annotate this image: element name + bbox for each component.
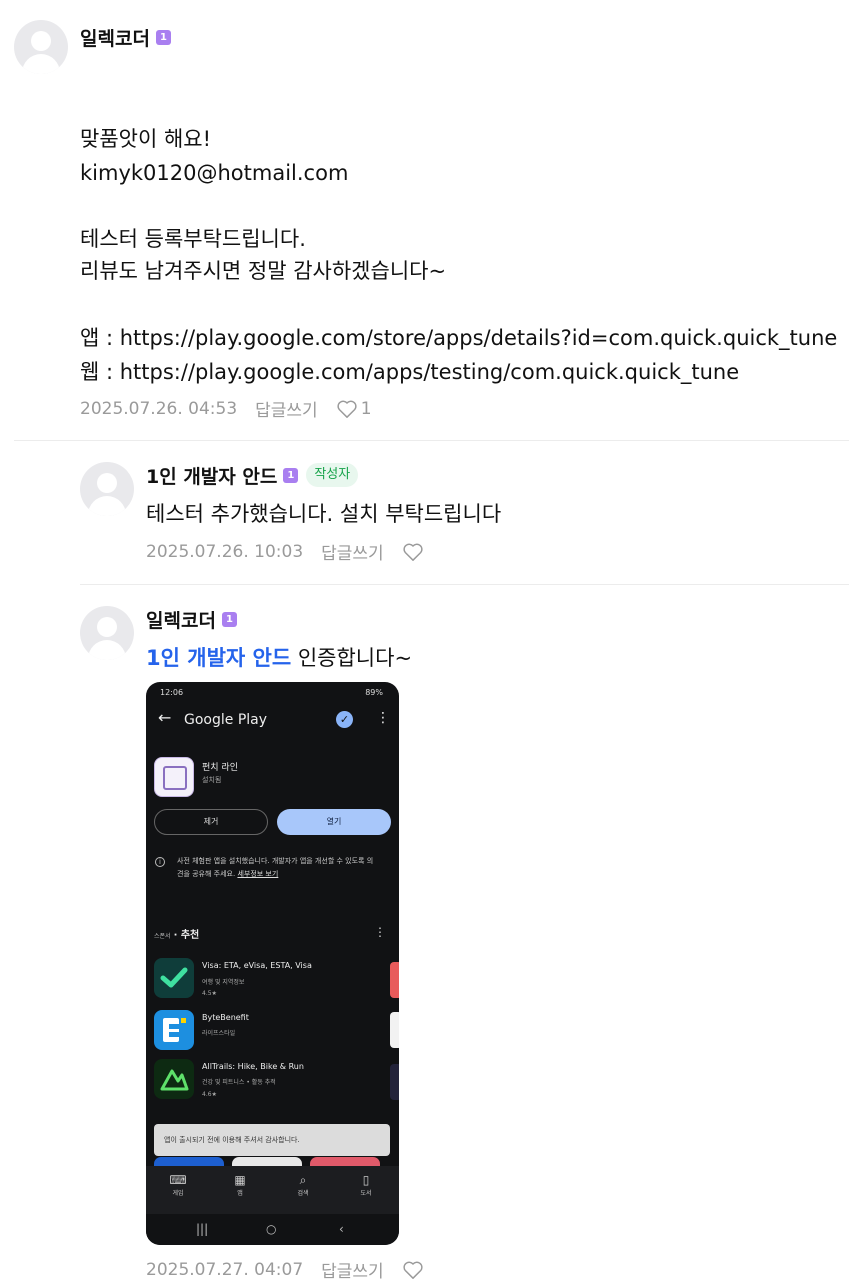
comment-text-line: 테스터 등록부탁드립니다.	[80, 227, 306, 251]
heart-icon[interactable]	[402, 1260, 424, 1280]
app-icon	[154, 757, 194, 797]
reply-button[interactable]: 답글쓰기	[321, 539, 384, 564]
bottom-nav: ⌨ 게임 ▦ 앱 ⌕ 검색 ▯ 도서	[146, 1166, 399, 1214]
comment-meta: 2025.07.26. 10:03 답글쓰기	[146, 539, 424, 564]
author-badge: 작성자	[306, 463, 359, 487]
nav-search: ⌕ 검색	[283, 1172, 323, 1200]
comment-text-line: 리뷰도 남겨주시면 정말 감사하겠습니다~	[80, 259, 447, 283]
app-category: 라이프스타일	[202, 1030, 236, 1037]
comment-nickname[interactable]: 일렉코더 1	[146, 606, 237, 633]
more-menu-icon: ⋮	[376, 710, 390, 726]
heart-icon[interactable]	[336, 399, 358, 419]
divider	[14, 440, 849, 441]
app-rating: 4.5★	[202, 990, 217, 997]
like-count: 1	[360, 398, 372, 419]
toast-message: 앱이 출시되기 전에 이용해 주셔서 감사합니다.	[154, 1124, 390, 1156]
app-category: 여행 및 지역정보	[202, 979, 245, 986]
system-nav: ||| ○ ‹	[146, 1214, 399, 1245]
comment-text-line: 맞품앗이 해요!	[80, 127, 212, 151]
comment-nickname[interactable]: 1인 개발자 안드 1 작성자	[146, 462, 359, 489]
comment-nickname[interactable]: 일렉코더 1	[80, 24, 171, 51]
comment-meta: 2025.07.27. 04:07 답글쓰기	[146, 1257, 424, 1282]
home-icon: ○	[266, 1222, 277, 1236]
comment-body: 인증합니다~	[297, 646, 413, 670]
divider	[80, 584, 849, 585]
level-badge: 1	[283, 467, 299, 483]
nickname-text[interactable]: 일렉코더	[146, 606, 216, 633]
apps-grid-icon: ▦	[234, 1173, 246, 1187]
comment-text-line: 앱 : https://play.google.com/store/apps/d…	[80, 326, 838, 350]
app-title: Visa: ETA, eVisa, ESTA, Visa	[202, 961, 312, 970]
comment-text: 테스터 추가했습니다. 설치 부탁드립니다	[146, 502, 502, 526]
attached-screenshot[interactable]: 12:06 89% ← Google Play ✓ ⋮ 펀치 라인 설치됨 제거…	[146, 682, 399, 1245]
reply-button[interactable]: 답글쓰기	[321, 1257, 384, 1282]
bytebenefit-app-icon	[154, 1010, 194, 1050]
next-card-edge	[390, 1012, 399, 1048]
comment-text-line: 웹 : https://play.google.com/apps/testing…	[80, 360, 740, 384]
alltrails-app-icon	[154, 1059, 194, 1099]
visa-app-icon	[154, 958, 194, 998]
app-title: ByteBenefit	[202, 1013, 249, 1022]
next-card-edge	[390, 962, 399, 998]
remove-button: 제거	[154, 809, 268, 835]
app-install-status: 설치됨	[202, 776, 222, 784]
app-rating: 4.6★	[202, 1091, 217, 1098]
notice-link: 세부정보 보기	[237, 870, 279, 878]
nickname-text[interactable]: 일렉코더	[80, 24, 150, 51]
status-battery: 89%	[365, 688, 383, 697]
verified-check-icon: ✓	[336, 711, 353, 728]
search-icon: ⌕	[299, 1173, 307, 1187]
heart-icon[interactable]	[402, 542, 424, 562]
next-card-edge	[390, 1064, 399, 1100]
nickname-text[interactable]: 1인 개발자 안드	[146, 462, 277, 489]
nav-books: ▯ 도서	[346, 1172, 386, 1200]
section-heading: 스폰서 · 추천	[154, 930, 200, 941]
recents-icon: |||	[196, 1222, 209, 1236]
book-icon: ▯	[362, 1173, 370, 1187]
back-arrow-icon: ←	[158, 708, 172, 727]
gamepad-icon: ⌨	[169, 1173, 187, 1187]
reply-button[interactable]: 답글쓰기	[255, 396, 318, 421]
app-category: 건강 및 피트니스 • 활동 추적	[202, 1079, 276, 1086]
nav-games: ⌨ 게임	[158, 1172, 198, 1200]
comment-meta: 2025.07.26. 04:53 답글쓰기 1	[80, 396, 372, 422]
comment-text-line: kimyk0120@hotmail.com	[80, 161, 349, 185]
app-title: AllTrails: Hike, Bike & Run	[202, 1062, 304, 1071]
avatar[interactable]	[80, 462, 134, 516]
level-badge: 1	[155, 30, 171, 45]
open-button: 열기	[277, 809, 391, 835]
mention-link[interactable]: 1인 개발자 안드	[146, 646, 291, 670]
comment-text: 1인 개발자 안드 인증합니다~	[146, 641, 412, 675]
back-icon: ‹	[339, 1222, 344, 1236]
avatar[interactable]	[80, 606, 134, 660]
beta-notice: 사전 체험판 앱을 설치했습니다. 개발자가 앱을 개선할 수 있도록 의견을 …	[177, 857, 374, 878]
level-badge: 1	[221, 612, 237, 627]
status-time: 12:06	[160, 688, 184, 697]
app-name: 펀치 라인	[202, 763, 238, 773]
comment-date: 2025.07.27. 04:07	[146, 1259, 304, 1280]
avatar[interactable]	[14, 20, 68, 74]
nav-apps: ▦ 앱	[220, 1172, 260, 1200]
info-icon: i	[155, 857, 165, 867]
comment-date: 2025.07.26. 04:53	[80, 398, 238, 419]
comment-date: 2025.07.26. 10:03	[146, 541, 304, 562]
section-more-icon: ⋮	[374, 925, 386, 939]
store-title: Google Play	[184, 712, 268, 728]
